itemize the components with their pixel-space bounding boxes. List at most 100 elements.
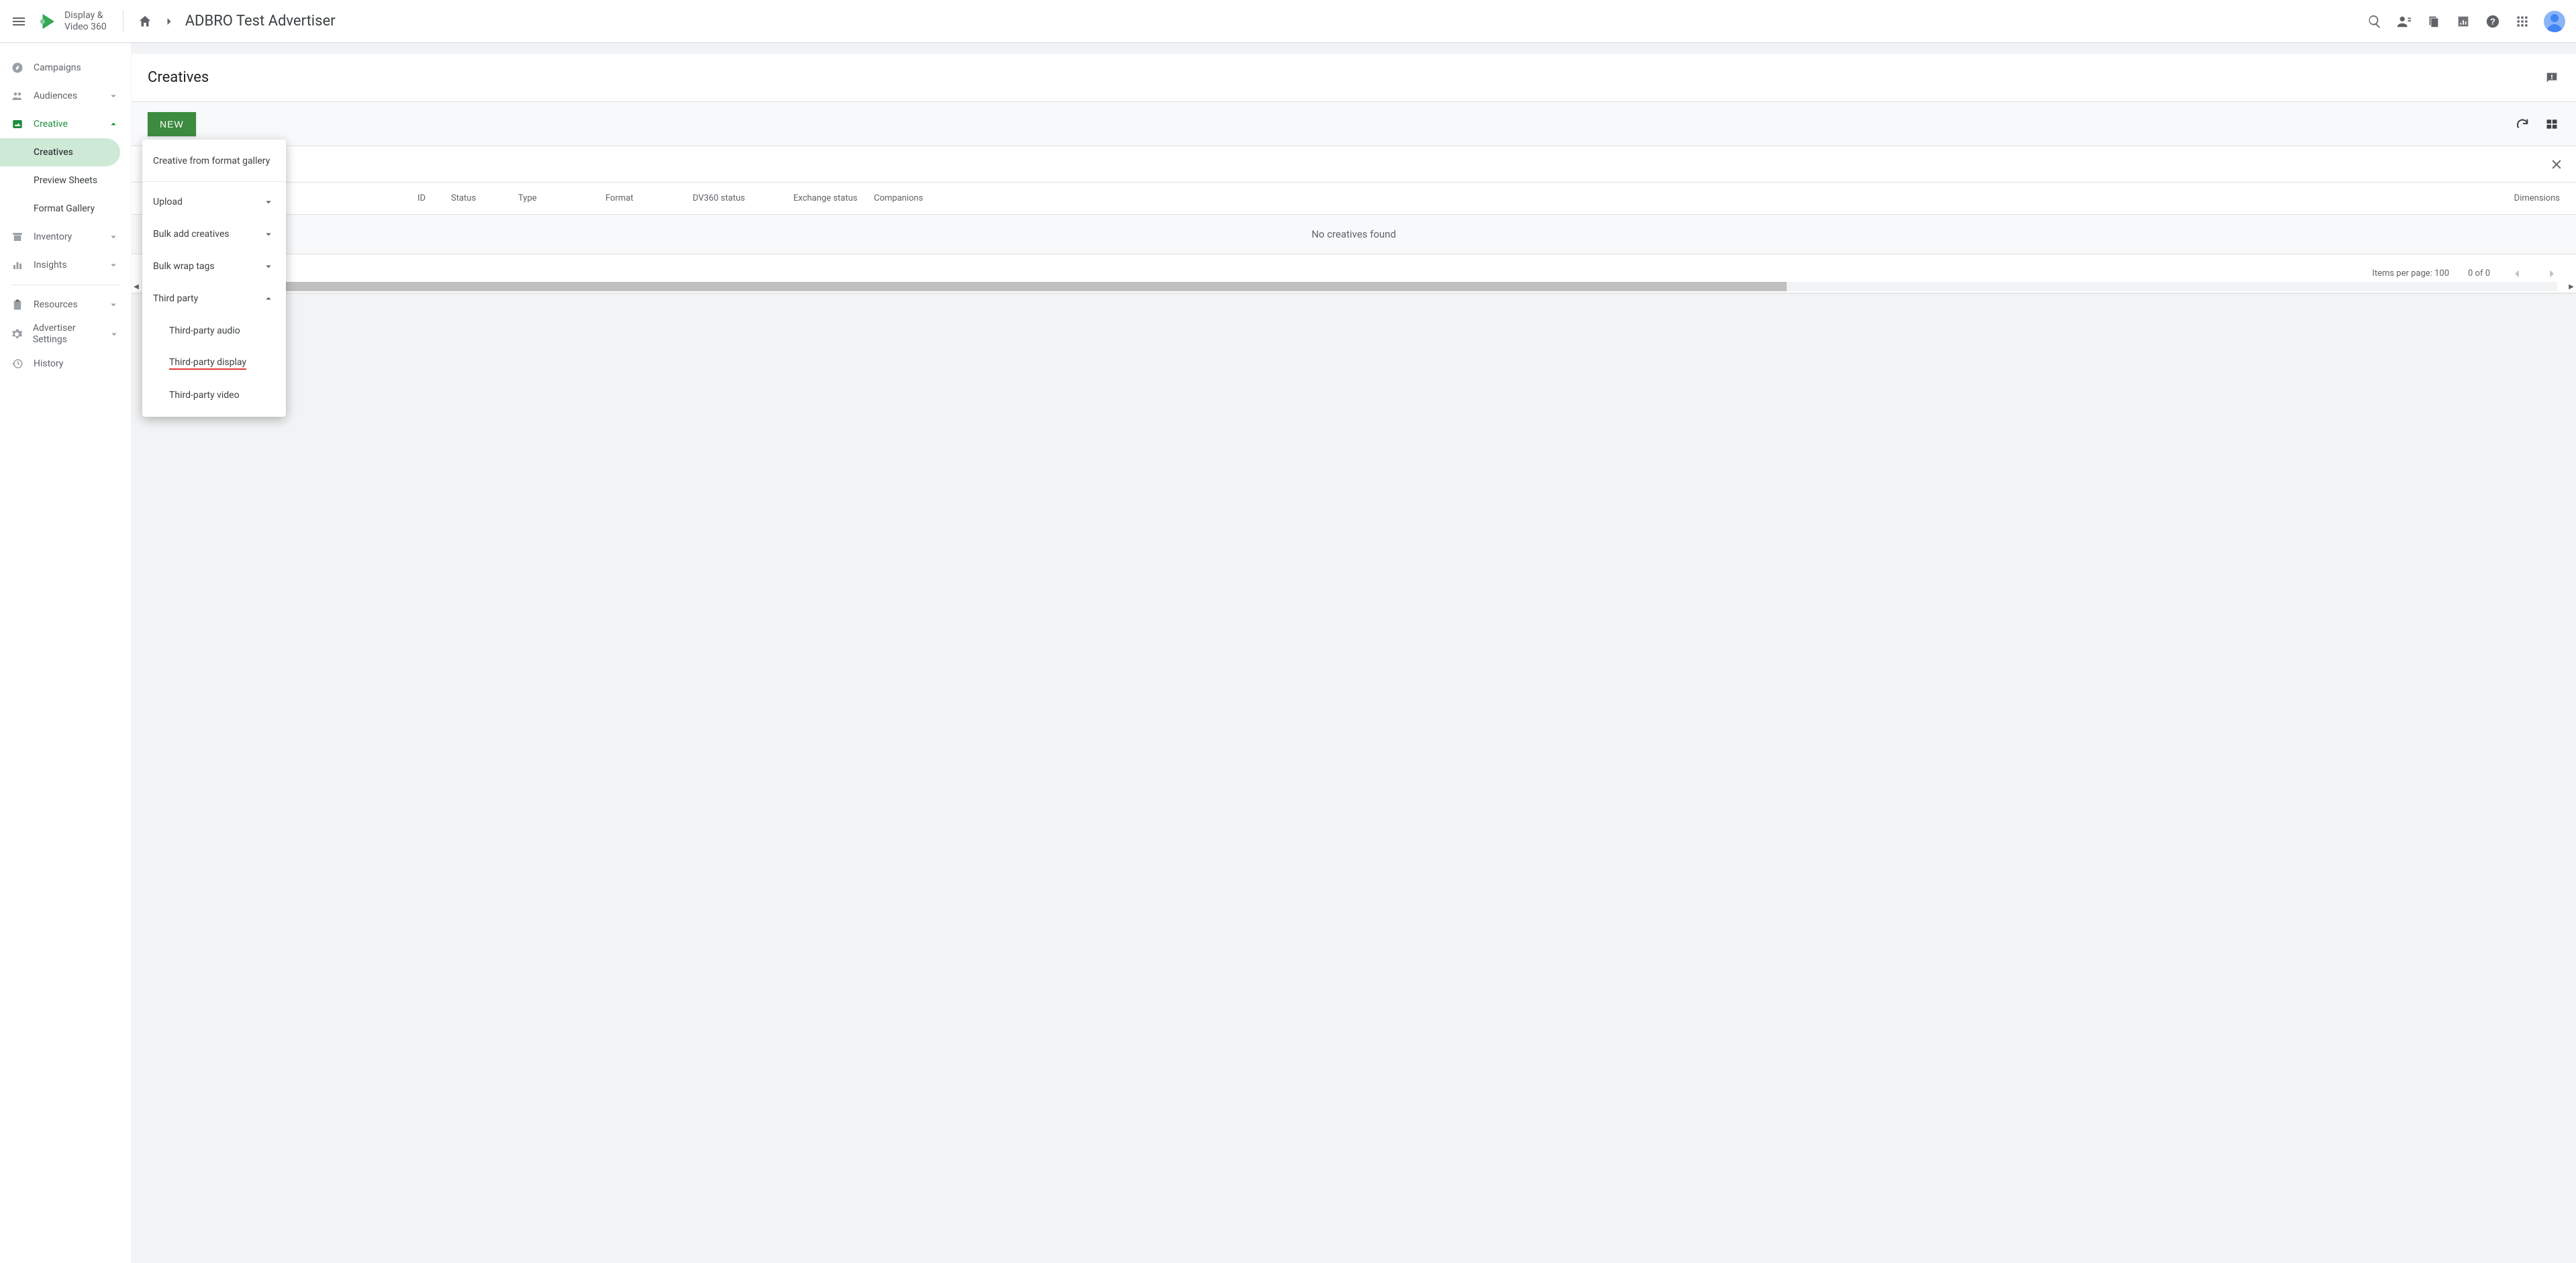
chevron-up-icon [107, 117, 120, 131]
menu-item-format-gallery[interactable]: Creative from format gallery [142, 145, 286, 177]
scroll-right-icon[interactable]: ▶ [2567, 282, 2576, 291]
copy-icon[interactable] [2426, 13, 2442, 30]
product-name-line1: Display & [64, 10, 107, 21]
menu-item-upload[interactable]: Upload [142, 186, 286, 218]
chevron-down-icon [107, 89, 120, 103]
sidebar-sub-format-gallery[interactable]: Format Gallery [0, 195, 131, 223]
grid-view-icon[interactable] [2544, 116, 2560, 132]
menu-item-bulk-add[interactable]: Bulk add creatives [142, 218, 286, 250]
menu-item-label: Creative from format gallery [153, 156, 270, 166]
menu-item-label: Third-party audio [169, 325, 240, 336]
search-icon[interactable] [2367, 13, 2383, 30]
dv360-logo-icon [38, 11, 58, 32]
sidebar-label: Insights [34, 260, 67, 270]
toolbar: NEW Creative from format gallery Upload … [132, 102, 2576, 146]
sidebar-item-history[interactable]: History [0, 350, 131, 378]
sidebar-sub-preview-sheets[interactable]: Preview Sheets [0, 166, 131, 195]
add-user-icon[interactable] [2396, 13, 2412, 30]
new-dropdown-menu: Creative from format gallery Upload Bulk… [142, 140, 286, 417]
page-title: Creatives [148, 69, 209, 86]
sidebar-sub-label: Preview Sheets [34, 175, 97, 186]
sidebar-label: History [34, 358, 64, 369]
th-status[interactable]: Status [446, 193, 513, 203]
menu-item-third-party[interactable]: Third party [142, 283, 286, 315]
sidebar-sub-creatives[interactable]: Creatives [0, 138, 120, 166]
svg-text:?: ? [2490, 16, 2495, 26]
sidebar-item-campaigns[interactable]: Campaigns [0, 54, 131, 82]
sidebar-item-creative[interactable]: Creative [0, 110, 131, 138]
reports-icon[interactable] [2455, 13, 2471, 30]
pager-ipp-label: Items per page: [2372, 268, 2432, 279]
horizontal-scrollbar[interactable]: ◀ ▶ [132, 281, 2576, 293]
chevron-up-icon [262, 292, 275, 305]
bar-chart-icon [11, 258, 24, 272]
table-empty-row: No creatives found [132, 215, 2576, 254]
th-format[interactable]: Format [600, 193, 687, 203]
prev-page-icon[interactable] [2509, 266, 2525, 282]
sidebar-item-inventory[interactable]: Inventory [0, 223, 131, 251]
appbar-actions: ? [2367, 11, 2565, 32]
chevron-right-icon [162, 15, 176, 28]
th-dimensions[interactable]: Dimensions [956, 193, 2576, 203]
menu-item-label: Bulk wrap tags [153, 261, 215, 272]
breadcrumb-advertiser[interactable]: ADBRO Test Advertiser [185, 13, 336, 30]
sidebar-item-insights[interactable]: Insights [0, 251, 131, 279]
menu-sub-tp-video[interactable]: Third-party video [142, 379, 286, 411]
feedback-icon[interactable] [2544, 70, 2560, 86]
menu-item-bulk-wrap[interactable]: Bulk wrap tags [142, 250, 286, 283]
clipboard-icon [11, 298, 24, 311]
apps-grid-icon[interactable] [2514, 13, 2530, 30]
sidebar-label: Resources [34, 299, 78, 310]
sidebar-item-advertiser-settings[interactable]: Advertiser Settings [0, 319, 131, 350]
sidebar-item-audiences[interactable]: Audiences [0, 82, 131, 110]
menu-sub-tp-display[interactable]: Third-party display [142, 347, 286, 379]
next-page-icon[interactable] [2544, 266, 2560, 282]
pager-range: 0 of 0 [2468, 268, 2490, 279]
sidebar-label: Audiences [34, 91, 77, 101]
main-content: Creatives NEW Creative from format galle… [132, 43, 2576, 1263]
chevron-down-icon [262, 195, 275, 209]
new-button[interactable]: NEW [148, 112, 196, 136]
product-name-line2: Video 360 [64, 21, 107, 33]
scroll-left-icon[interactable]: ◀ [132, 282, 141, 291]
account-avatar[interactable] [2544, 11, 2565, 32]
th-exchange-status[interactable]: Exchange status [788, 193, 869, 203]
gear-icon [11, 327, 23, 341]
th-type[interactable]: Type [513, 193, 600, 203]
history-icon [11, 357, 24, 370]
empty-label: No creatives found [1311, 228, 1396, 240]
menu-item-label: Third-party display [169, 357, 246, 370]
menu-item-label: Bulk add creatives [153, 229, 230, 240]
help-icon[interactable]: ? [2485, 13, 2501, 30]
menu-item-label: Upload [153, 197, 183, 207]
chevron-down-icon [107, 298, 120, 311]
sidebar-sub-label: Creatives [34, 147, 73, 158]
left-sidebar: Campaigns Audiences Creative Creatives P… [0, 43, 132, 1263]
menu-divider [142, 181, 286, 182]
menu-sub-tp-audio[interactable]: Third-party audio [142, 315, 286, 347]
chevron-down-icon [107, 230, 120, 244]
home-icon[interactable] [137, 13, 153, 30]
chevron-down-icon [107, 258, 120, 272]
sidebar-label: Inventory [34, 232, 72, 242]
scroll-thumb[interactable] [150, 282, 1787, 291]
scroll-track[interactable] [150, 282, 2557, 291]
archive-icon [11, 230, 24, 244]
th-companions[interactable]: Companions [869, 193, 956, 203]
sidebar-label: Campaigns [34, 62, 81, 73]
filter-bar[interactable]: Add a filter [132, 146, 2576, 183]
refresh-icon[interactable] [2514, 116, 2530, 132]
th-dv360-status[interactable]: DV360 status [687, 193, 788, 203]
top-app-bar: Display & Video 360 ADBRO Test Advertise… [0, 0, 2576, 43]
compass-icon [11, 61, 24, 74]
hamburger-menu-icon[interactable] [11, 13, 27, 30]
sidebar-label: Advertiser Settings [33, 323, 107, 346]
product-logo-block[interactable]: Display & Video 360 [38, 10, 123, 33]
table-header-row: Name ID Status Type Format DV360 status … [132, 183, 2576, 215]
pager-ipp-value[interactable]: 100 [2434, 268, 2449, 279]
product-name: Display & Video 360 [64, 10, 107, 33]
th-id[interactable]: ID [412, 193, 446, 203]
people-icon [11, 89, 24, 103]
sidebar-item-resources[interactable]: Resources [0, 291, 131, 319]
close-icon[interactable] [2549, 157, 2564, 172]
